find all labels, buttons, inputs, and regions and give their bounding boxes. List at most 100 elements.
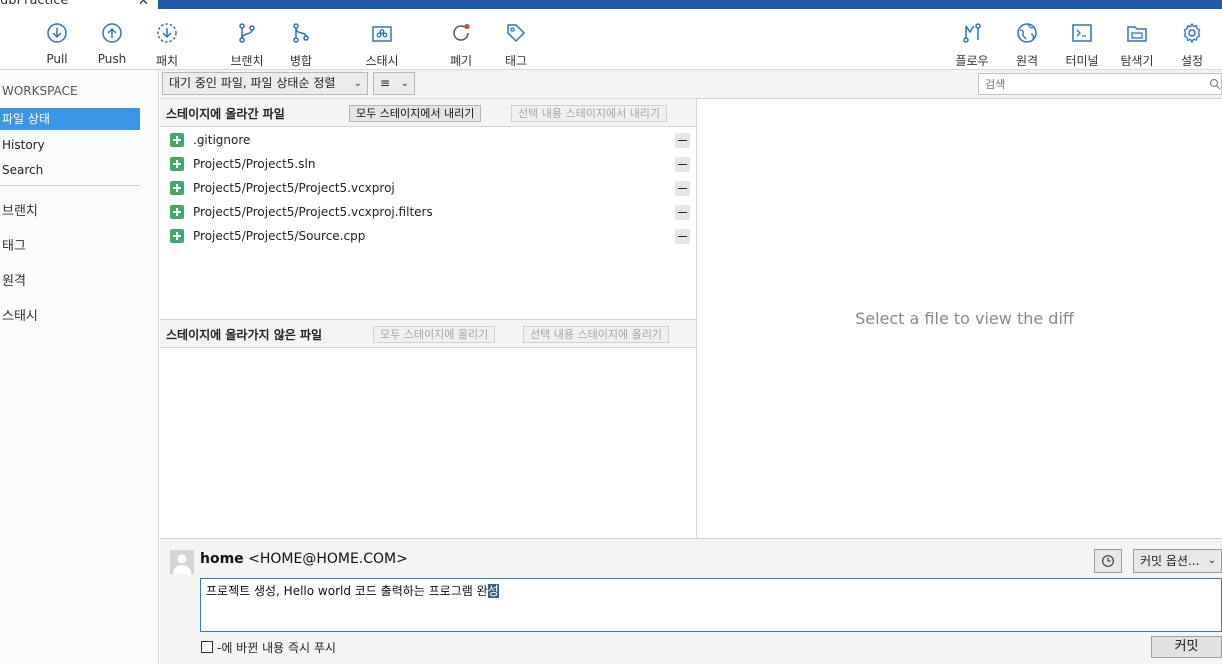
stash-icon bbox=[372, 26, 392, 42]
push-button[interactable]: Push bbox=[83, 9, 141, 70]
remote-button[interactable]: 원격 bbox=[998, 9, 1056, 70]
merge-icon bbox=[293, 23, 309, 43]
workspace-heading: WORKSPACE bbox=[2, 84, 78, 98]
staged-file-row[interactable]: .gitignore bbox=[160, 128, 696, 152]
commit-button[interactable]: 커밋 bbox=[1151, 636, 1222, 658]
discard-label: 폐기 bbox=[449, 54, 473, 68]
author-name: home bbox=[200, 551, 244, 567]
push-icon bbox=[102, 23, 122, 43]
staged-file-row[interactable]: Project5/Project5/Source.cpp bbox=[160, 224, 696, 248]
explorer-button[interactable]: 탐색기 bbox=[1108, 9, 1166, 70]
sidebar-section-remotes[interactable]: 원격 bbox=[2, 270, 26, 289]
commit-options-label: 커밋 옵션... bbox=[1140, 554, 1200, 568]
diff-empty-message: Select a file to view the diff bbox=[855, 309, 1074, 328]
merge-label: 병합 bbox=[289, 54, 313, 68]
unstage-selected-button[interactable]: 선택 내용 스테이지에서 내리기 bbox=[511, 105, 668, 122]
clock-icon bbox=[1102, 555, 1114, 567]
pull-label: Pull bbox=[46, 52, 68, 66]
fetch-icon bbox=[157, 23, 177, 43]
settings-button[interactable]: 설정 bbox=[1163, 9, 1221, 70]
stash-label: 스태시 bbox=[365, 54, 399, 68]
commit-options-dropdown[interactable]: 커밋 옵션... ⌄ bbox=[1133, 549, 1222, 573]
chevron-down-icon: ⌄ bbox=[1207, 555, 1216, 566]
search-input[interactable] bbox=[978, 73, 1222, 95]
commit-author: home <HOME@HOME.COM> bbox=[200, 551, 408, 567]
tag-icon bbox=[507, 24, 526, 43]
merge-button[interactable]: 병합 bbox=[272, 9, 330, 70]
sidebar-section-branches[interactable]: 브랜치 bbox=[2, 200, 38, 219]
pull-button[interactable]: Pull bbox=[28, 9, 86, 70]
commit-message-input[interactable]: 프로젝트 생성, Hello world 코드 출력하는 프로그램 완성 bbox=[200, 578, 1222, 632]
stage-selected-button[interactable]: 선택 내용 스테이지에 올리기 bbox=[523, 326, 669, 343]
commit-message-text: 프로젝트 생성, Hello world 코드 출력하는 프로그램 완 bbox=[206, 584, 488, 598]
sidebar-item-history[interactable]: History bbox=[0, 134, 140, 156]
flow-button[interactable]: 플로우 bbox=[943, 9, 1001, 70]
file-filter-bar: 대기 중인 파일, 파일 상태순 정렬 ⌄ ≡ ⌄ bbox=[160, 70, 1222, 99]
staged-file-row[interactable]: Project5/Project5.sln bbox=[160, 152, 696, 176]
remote-label: 원격 bbox=[1015, 54, 1039, 68]
staged-file-row[interactable]: Project5/Project5/Project5.vcxproj.filte… bbox=[160, 200, 696, 224]
unstage-file-icon[interactable] bbox=[675, 181, 690, 196]
unstaged-files-title: 스테이지에 올라가지 않은 파일 bbox=[166, 328, 323, 342]
view-mode-dropdown[interactable]: ≡ ⌄ bbox=[373, 72, 415, 95]
search-icon bbox=[1209, 78, 1221, 90]
toolbar: Pull Push 패치 브랜치 병합 스태시 폐기 태그 플로우 원격 터미널 bbox=[0, 9, 1222, 70]
staged-files-header: 스테이지에 올라간 파일 모두 스테이지에서 내리기 선택 내용 스테이지에서 … bbox=[160, 99, 696, 127]
commit-area: home <HOME@HOME.COM> 커밋 옵션... ⌄ 프로젝트 생성,… bbox=[160, 538, 1222, 664]
file-name: Project5/Project5/Project5.vcxproj bbox=[193, 181, 395, 195]
unstage-file-icon[interactable] bbox=[675, 229, 690, 244]
push-immediately-checkbox[interactable] bbox=[201, 641, 213, 653]
flow-icon bbox=[963, 23, 981, 43]
file-name: .gitignore bbox=[193, 133, 251, 147]
push-label: Push bbox=[97, 52, 127, 66]
avatar bbox=[170, 550, 194, 574]
push-immediately-label: -에 바뀐 내용 즉시 푸시 bbox=[217, 641, 336, 655]
file-name: Project5/Project5/Source.cpp bbox=[193, 229, 366, 243]
unstage-all-button[interactable]: 모두 스테이지에서 내리기 bbox=[349, 105, 482, 122]
tag-button[interactable]: 태그 bbox=[487, 9, 545, 70]
staged-file-row[interactable]: Project5/Project5/Project5.vcxproj bbox=[160, 176, 696, 200]
added-file-icon bbox=[170, 133, 184, 147]
repo-tab-title[interactable]: ubPractice bbox=[0, 0, 68, 8]
terminal-button[interactable]: 터미널 bbox=[1053, 9, 1111, 70]
folder-icon bbox=[1127, 26, 1147, 42]
unstage-file-icon[interactable] bbox=[675, 205, 690, 220]
terminal-icon bbox=[1072, 24, 1092, 42]
added-file-icon bbox=[170, 205, 184, 219]
sidebar-section-stashes[interactable]: 스태시 bbox=[2, 305, 38, 324]
branch-button[interactable]: 브랜치 bbox=[218, 9, 276, 70]
sidebar-section-tags[interactable]: 태그 bbox=[2, 235, 26, 254]
list-view-icon: ≡ bbox=[380, 76, 391, 90]
close-tab-icon[interactable]: ✕ bbox=[138, 0, 149, 9]
terminal-label: 터미널 bbox=[1065, 54, 1099, 68]
commit-history-button[interactable] bbox=[1094, 549, 1122, 573]
chevron-down-icon: ⌄ bbox=[400, 78, 409, 89]
staged-files-title: 스테이지에 올라간 파일 bbox=[166, 107, 285, 121]
window-tab-strip: ubPractice ✕ bbox=[0, 0, 1222, 9]
discard-button[interactable]: 폐기 bbox=[432, 9, 490, 70]
chevron-down-icon: ⌄ bbox=[353, 78, 362, 89]
branch-label: 브랜치 bbox=[230, 54, 264, 68]
file-name: Project5/Project5.sln bbox=[193, 157, 316, 171]
unstage-file-icon[interactable] bbox=[675, 157, 690, 172]
sidebar: WORKSPACE 파일 상태 History Search 브랜치 태그 원격… bbox=[0, 70, 159, 664]
stash-button[interactable]: 스태시 bbox=[353, 9, 411, 70]
unstaged-files-header: 스테이지에 올라가지 않은 파일 모두 스테이지에 올리기 선택 내용 스테이지… bbox=[160, 320, 696, 348]
gear-icon bbox=[1183, 22, 1201, 44]
unstage-file-icon[interactable] bbox=[675, 133, 690, 148]
tag-label: 태그 bbox=[504, 54, 528, 68]
sidebar-item-file-status[interactable]: 파일 상태 bbox=[0, 108, 140, 130]
commit-message-selection: 성 bbox=[487, 584, 499, 598]
settings-label: 설정 bbox=[1180, 54, 1204, 68]
user-silhouette-icon bbox=[173, 554, 191, 574]
file-filter-dropdown[interactable]: 대기 중인 파일, 파일 상태순 정렬 ⌄ bbox=[162, 72, 368, 95]
file-name: Project5/Project5/Project5.vcxproj.filte… bbox=[193, 205, 433, 219]
staged-files-pane: 스테이지에 올라간 파일 모두 스테이지에서 내리기 선택 내용 스테이지에서 … bbox=[160, 99, 697, 319]
globe-icon bbox=[1017, 23, 1037, 43]
sidebar-divider bbox=[0, 185, 140, 186]
diff-pane: Select a file to view the diff bbox=[697, 99, 1222, 538]
sidebar-item-search[interactable]: Search bbox=[0, 159, 140, 181]
fetch-button[interactable]: 패치 bbox=[138, 9, 196, 70]
added-file-icon bbox=[170, 181, 184, 195]
stage-all-button[interactable]: 모두 스테이지에 올리기 bbox=[373, 326, 496, 343]
